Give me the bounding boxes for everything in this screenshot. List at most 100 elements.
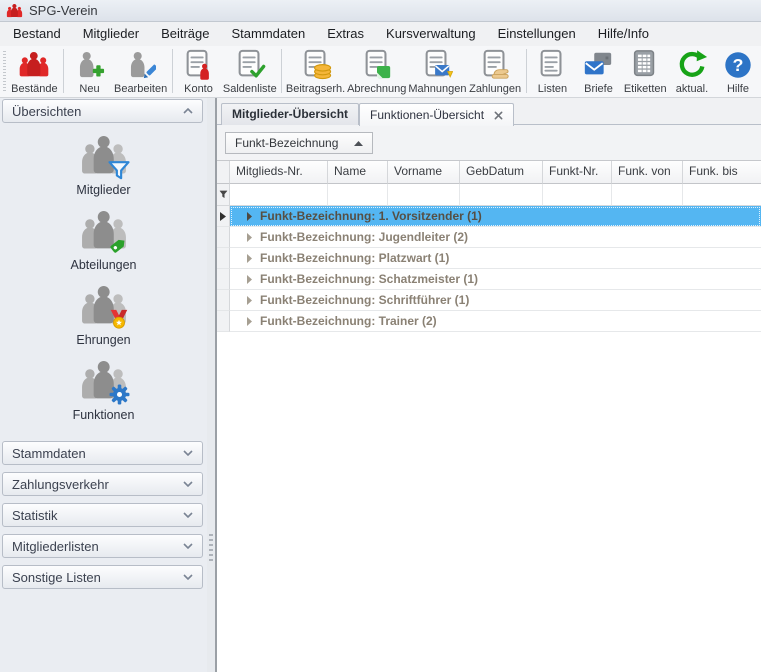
document-hand-icon	[479, 48, 511, 82]
toolbar-button-saldenliste[interactable]: Saldenliste	[221, 46, 278, 95]
group-row-label: Funkt-Bezeichnung: 1. Vorsitzender (1)	[260, 209, 482, 223]
filter-row-indicator	[217, 184, 230, 206]
help-icon: ?	[722, 48, 754, 82]
sidebar-item-mitglieder[interactable]: Mitglieder	[0, 130, 207, 205]
column-header-mitglieds-nr[interactable]: Mitglieds-Nr.	[230, 161, 328, 184]
member-add-icon	[75, 48, 105, 82]
svg-text:?: ?	[733, 55, 744, 75]
filter-cell[interactable]	[683, 184, 761, 206]
filter-cell[interactable]	[612, 184, 683, 206]
group-by-button[interactable]: Funkt-Bezeichnung	[225, 132, 373, 154]
toolbar-button-aktualisieren[interactable]: aktual.	[669, 46, 715, 95]
app-logo-icon	[6, 3, 23, 19]
envelope-card-icon	[582, 48, 614, 82]
members-tag-icon	[76, 205, 132, 257]
toolbar-button-bestaende[interactable]: Bestände	[9, 46, 60, 95]
expand-arrow-icon[interactable]	[247, 233, 252, 242]
filter-cell[interactable]	[460, 184, 543, 206]
panel-stammdaten[interactable]: Stammdaten	[2, 441, 203, 465]
menu-hilfe-info[interactable]: Hilfe/Info	[587, 22, 660, 46]
group-row-schriftfuehrer[interactable]: Funkt-Bezeichnung: Schriftführer (1)	[217, 290, 761, 311]
column-header-funkt-nr[interactable]: Funkt-Nr.	[543, 161, 612, 184]
filter-cell[interactable]	[328, 184, 388, 206]
row-indicator	[217, 206, 230, 227]
toolbar-button-konto[interactable]: Konto	[175, 46, 221, 95]
group-row-platzwart[interactable]: Funkt-Bezeichnung: Platzwart (1)	[217, 248, 761, 269]
document-coins-icon	[300, 48, 332, 82]
column-header-name[interactable]: Name	[328, 161, 388, 184]
toolbar-button-zahlungen[interactable]: Zahlungen	[468, 46, 523, 95]
sort-ascending-icon	[354, 141, 363, 146]
column-header-vorname[interactable]: Vorname	[388, 161, 460, 184]
document-check-icon	[234, 48, 266, 82]
expand-arrow-icon[interactable]	[247, 317, 252, 326]
tab-mitglieder-uebersicht[interactable]: Mitglieder-Übersicht	[221, 103, 359, 125]
filter-cell[interactable]	[543, 184, 612, 206]
panel-zahlungsverkehr-label: Zahlungsverkehr	[12, 477, 109, 492]
panel-mitgliederlisten[interactable]: Mitgliederlisten	[2, 534, 203, 558]
toolbar-button-etiketten[interactable]: Etiketten	[621, 46, 669, 95]
sidebar-splitter[interactable]	[207, 98, 217, 672]
menu-einstellungen[interactable]: Einstellungen	[487, 22, 587, 46]
sidebar-item-ehrungen[interactable]: Ehrungen	[0, 280, 207, 355]
toolbar-button-briefe[interactable]: Briefe	[575, 46, 621, 95]
menu-bestand[interactable]: Bestand	[2, 22, 72, 46]
group-row-label: Funkt-Bezeichnung: Platzwart (1)	[260, 251, 449, 265]
sidebar-item-funktionen[interactable]: Funktionen	[0, 355, 207, 430]
menu-mitglieder[interactable]: Mitglieder	[72, 22, 150, 46]
toolbar-button-hilfe[interactable]: ? Hilfe	[715, 46, 761, 95]
panel-uebersichten-label: Übersichten	[12, 104, 81, 119]
expand-arrow-icon[interactable]	[247, 254, 252, 263]
expand-arrow-icon[interactable]	[247, 296, 252, 305]
filter-cell[interactable]	[388, 184, 460, 206]
panel-statistik-label: Statistik	[12, 508, 58, 523]
menu-kursverwaltung[interactable]: Kursverwaltung	[375, 22, 487, 46]
expand-arrow-icon[interactable]	[247, 212, 252, 221]
label-grid-icon	[629, 48, 661, 82]
toolbar-button-mahnungen[interactable]: Mahnungen	[407, 46, 467, 95]
row-indicator	[217, 290, 230, 311]
toolbar-grip[interactable]	[2, 49, 6, 93]
chevron-up-icon	[183, 108, 193, 114]
panel-zahlungsverkehr[interactable]: Zahlungsverkehr	[2, 472, 203, 496]
close-icon[interactable]	[494, 111, 503, 120]
filter-funnel-icon	[219, 190, 228, 199]
sidebar-item-abteilungen[interactable]: Abteilungen	[0, 205, 207, 280]
column-header-gebdatum[interactable]: GebDatum	[460, 161, 543, 184]
menu-beitraege[interactable]: Beiträge	[150, 22, 220, 46]
menu-extras[interactable]: Extras	[316, 22, 375, 46]
main-content: Mitglieder-Übersicht Funktionen-Übersich…	[217, 98, 761, 672]
panel-statistik[interactable]: Statistik	[2, 503, 203, 527]
toolbar-button-neu[interactable]: Neu	[67, 46, 113, 95]
column-header-funk-bis[interactable]: Funk. bis	[683, 161, 761, 184]
toolbar-button-abrechnung[interactable]: Abrechnung	[346, 46, 407, 95]
chevron-down-icon	[183, 512, 193, 518]
document-sheet-icon	[361, 48, 393, 82]
document-mail-warning-icon	[421, 48, 453, 82]
tab-strip: Mitglieder-Übersicht Funktionen-Übersich…	[217, 98, 761, 125]
chevron-down-icon	[183, 481, 193, 487]
header-indicator-cell	[217, 161, 230, 184]
window-title: SPG-Verein	[29, 3, 98, 18]
member-edit-icon	[126, 48, 156, 82]
expand-arrow-icon[interactable]	[247, 275, 252, 284]
refresh-icon	[676, 48, 708, 82]
group-row-schatzmeister[interactable]: Funkt-Bezeichnung: Schatzmeister (1)	[217, 269, 761, 290]
toolbar-button-listen[interactable]: Listen	[529, 46, 575, 95]
panel-uebersichten[interactable]: Übersichten	[2, 99, 203, 123]
toolbar-button-bearbeiten[interactable]: Bearbeiten	[113, 46, 169, 95]
toolbar-separator	[172, 49, 173, 93]
members-filter-icon	[76, 130, 132, 182]
group-row-jugendleiter[interactable]: Funkt-Bezeichnung: Jugendleiter (2)	[217, 227, 761, 248]
data-grid: Mitglieds-Nr. Name Vorname GebDatum Funk…	[217, 160, 761, 672]
panel-sonstige-listen[interactable]: Sonstige Listen	[2, 565, 203, 589]
toolbar-button-beitragserh[interactable]: Beitragserh.	[285, 46, 346, 95]
tab-label: Mitglieder-Übersicht	[232, 104, 348, 125]
menu-stammdaten[interactable]: Stammdaten	[220, 22, 316, 46]
filter-cell[interactable]	[230, 184, 328, 206]
group-row-trainer[interactable]: Funkt-Bezeichnung: Trainer (2)	[217, 311, 761, 332]
group-row-vorsitzender[interactable]: Funkt-Bezeichnung: 1. Vorsitzender (1)	[217, 206, 761, 227]
column-header-funk-von[interactable]: Funk. von	[612, 161, 683, 184]
tab-label: Funktionen-Übersicht	[370, 105, 484, 126]
tab-funktionen-uebersicht[interactable]: Funktionen-Übersicht	[359, 103, 514, 126]
